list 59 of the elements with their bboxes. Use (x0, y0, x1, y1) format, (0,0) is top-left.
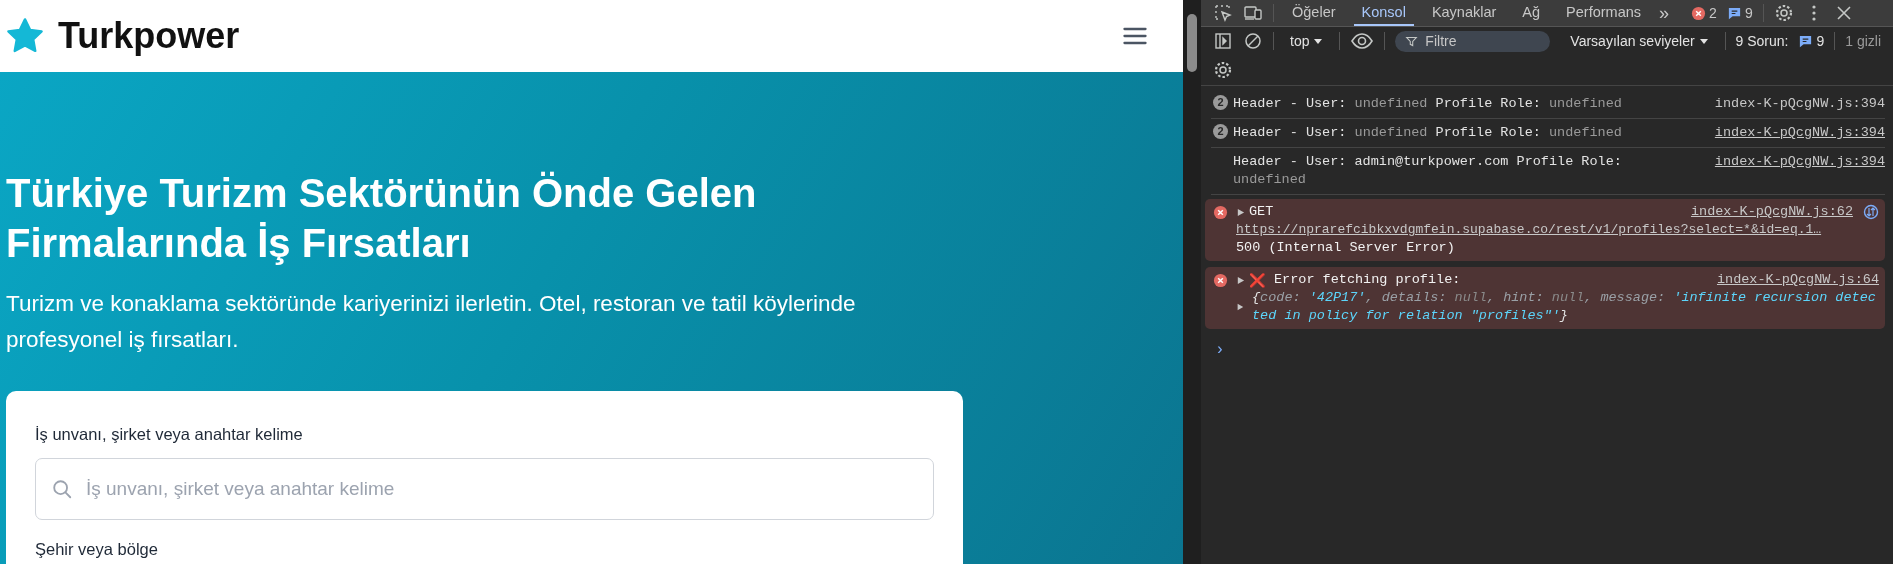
clear-console-icon[interactable] (1243, 31, 1263, 51)
expand-caret-icon[interactable] (1236, 275, 1245, 285)
message-icon (1726, 5, 1742, 21)
log-message: Header - User: admin@turkpower.com Profile Role: undefined (1233, 153, 1623, 189)
settings-icon[interactable] (1213, 60, 1233, 80)
field-label: İş unvanı, şirket veya anahtar kelime (35, 425, 304, 444)
source-link[interactable]: index-K-pQcgNW.js:394 (1714, 95, 1885, 113)
dropdown-caret-icon (1313, 36, 1324, 46)
source-link[interactable]: index-K-pQcgNW.js:394 (1714, 124, 1885, 142)
dropdown-caret-icon (1698, 36, 1709, 46)
devtools-tab[interactable]: Ağ (1514, 0, 1549, 26)
hidden-count: 1 gizli (1845, 33, 1882, 49)
brand-name[interactable]: Turkpower (58, 15, 240, 57)
hero-subtitle: Turizm ve konaklama sektöründe kariyerinizi ilerletin. Otel, restoran ve tatil köylerinde profesyonel iş fırsatları. (6, 290, 857, 354)
eye-icon[interactable] (1350, 31, 1375, 51)
inspect-icon[interactable] (1213, 3, 1233, 23)
source-link[interactable]: index-K-pQcgNW.js:64 (1716, 271, 1879, 289)
request-url-link[interactable]: https://nprarefcibkxvdgmfein.supabase.co/rest/v1/profiles?select=*&id=eq.1… (1236, 221, 1879, 239)
scrollbar-thumb[interactable] (1187, 14, 1197, 72)
filter-field[interactable]: Filtre (1395, 30, 1551, 52)
error-text[interactable]: Error fetching profile: (1274, 271, 1705, 289)
devtools-tab[interactable]: Kaynaklar (1423, 0, 1505, 26)
source-link[interactable]: index-K-pQcgNW.js:62 (1690, 203, 1853, 221)
devtools-tab[interactable]: Öğeler (1284, 0, 1344, 26)
sidebar-toggle-icon[interactable] (1213, 31, 1233, 51)
settings-icon[interactable] (1773, 3, 1794, 23)
object-preview[interactable]: {code: '42P17', details: null, hint: null, message: 'infinite recursion detected in policy for relation "profiles"'} (1252, 289, 1879, 325)
repeat-count-badge: 2 (1213, 124, 1228, 139)
error-icon (1691, 5, 1707, 21)
device-icon[interactable] (1243, 3, 1263, 23)
request-method[interactable]: GET (1249, 203, 1679, 221)
search-icon (51, 478, 73, 500)
status-text: 500 (Internal Server Error) (1236, 239, 1456, 257)
star-icon (6, 17, 44, 55)
levels-dropdown[interactable]: Varsayılan seviyeler (1564, 32, 1715, 50)
error-icon (1213, 205, 1228, 220)
expand-caret-icon[interactable] (1236, 303, 1244, 311)
filter-icon (1405, 34, 1419, 48)
network-icon[interactable] (1863, 204, 1879, 220)
cross-mark-icon: ❌ (1249, 271, 1266, 289)
hero-title: Türkiye Turizm Sektörünün Önde Gelen Firmalarında İş Fırsatları (6, 170, 758, 267)
message-counter[interactable]: 9 (1726, 5, 1753, 21)
source-link[interactable]: index-K-pQcgNW.js:394 (1714, 153, 1885, 171)
error-counter[interactable]: 2 (1691, 5, 1717, 21)
log-message: Header - User: undefined Profile Role: undefined (1233, 95, 1623, 113)
message-icon (1798, 33, 1814, 49)
devtools-tab[interactable]: Performans (1558, 0, 1650, 26)
devtools-tab[interactable]: Konsol (1353, 0, 1414, 26)
console-prompt[interactable]: › (1205, 335, 1885, 359)
error-icon (1213, 273, 1228, 288)
expand-caret-icon[interactable] (1236, 207, 1245, 217)
log-message: Header - User: undefined Profile Role: undefined (1233, 124, 1623, 142)
issues-counter[interactable]: 9 (1798, 33, 1825, 49)
repeat-count-badge: 2 (1213, 95, 1228, 110)
context-dropdown[interactable]: top (1284, 32, 1330, 50)
field-label: Şehir veya bölge (35, 540, 159, 559)
more-tabs-button[interactable]: » (1659, 2, 1682, 24)
search-field[interactable]: İş unvanı, şirket veya anahtar kelime (35, 458, 934, 520)
issues-label[interactable]: 9 Sorun: (1735, 33, 1789, 49)
